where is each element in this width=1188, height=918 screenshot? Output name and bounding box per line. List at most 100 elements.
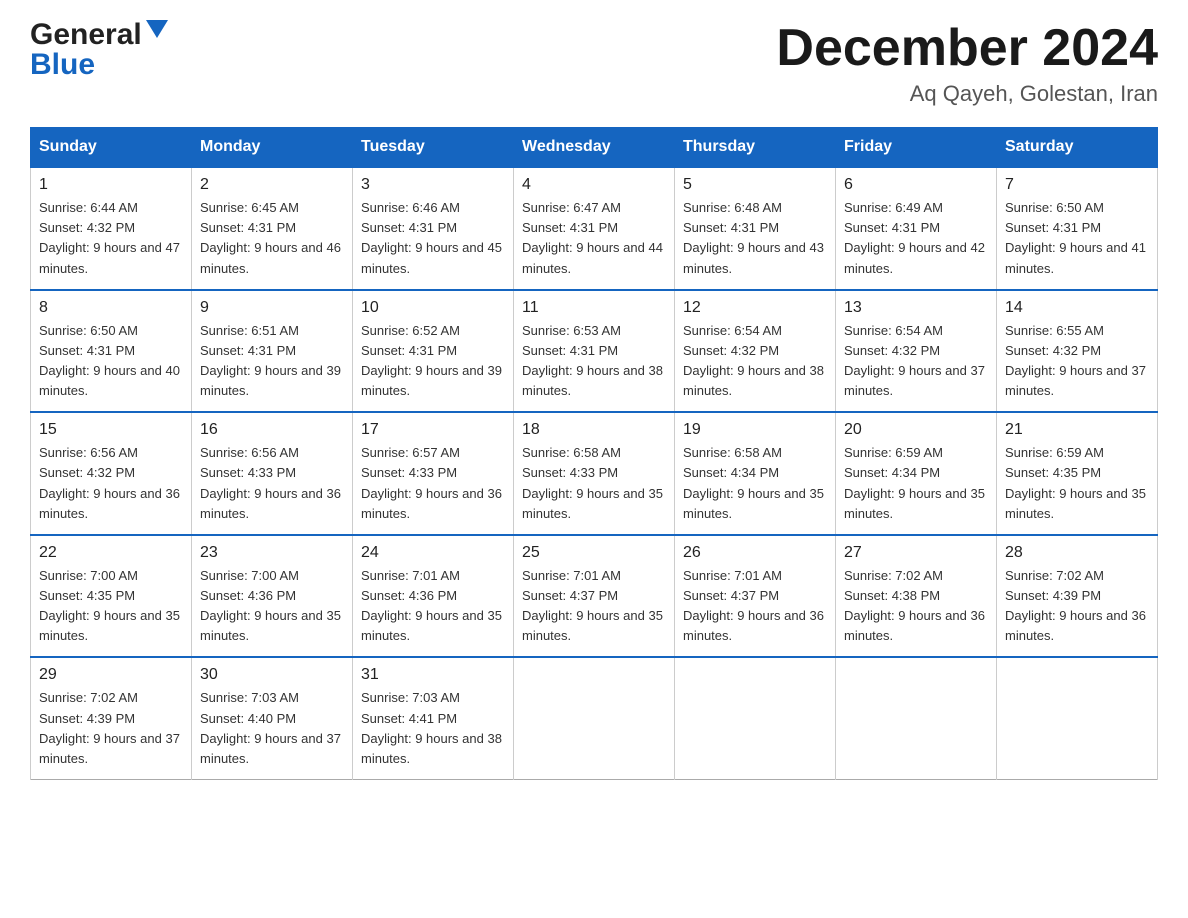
location: Aq Qayeh, Golestan, Iran [776,81,1158,107]
day-number: 22 [39,544,183,562]
day-number: 26 [683,544,827,562]
day-number: 20 [844,421,988,439]
day-info: Sunrise: 6:50 AMSunset: 4:31 PMDaylight:… [39,323,180,398]
day-info: Sunrise: 7:02 AMSunset: 4:39 PMDaylight:… [1005,568,1146,643]
day-info: Sunrise: 6:51 AMSunset: 4:31 PMDaylight:… [200,323,341,398]
day-number: 15 [39,421,183,439]
table-row: 5 Sunrise: 6:48 AMSunset: 4:31 PMDayligh… [675,167,836,290]
day-info: Sunrise: 6:47 AMSunset: 4:31 PMDaylight:… [522,200,663,275]
table-row: 12 Sunrise: 6:54 AMSunset: 4:32 PMDaylig… [675,290,836,413]
table-row [514,657,675,779]
day-info: Sunrise: 6:49 AMSunset: 4:31 PMDaylight:… [844,200,985,275]
day-number: 6 [844,176,988,194]
day-info: Sunrise: 6:55 AMSunset: 4:32 PMDaylight:… [1005,323,1146,398]
table-row [675,657,836,779]
day-info: Sunrise: 6:44 AMSunset: 4:32 PMDaylight:… [39,200,180,275]
table-row: 6 Sunrise: 6:49 AMSunset: 4:31 PMDayligh… [836,167,997,290]
day-number: 5 [683,176,827,194]
day-info: Sunrise: 6:58 AMSunset: 4:34 PMDaylight:… [683,445,824,520]
table-row: 16 Sunrise: 6:56 AMSunset: 4:33 PMDaylig… [192,412,353,535]
day-number: 1 [39,176,183,194]
day-info: Sunrise: 7:03 AMSunset: 4:40 PMDaylight:… [200,690,341,765]
day-number: 31 [361,666,505,684]
table-row: 31 Sunrise: 7:03 AMSunset: 4:41 PMDaylig… [353,657,514,779]
calendar-week-4: 22 Sunrise: 7:00 AMSunset: 4:35 PMDaylig… [31,535,1158,658]
day-number: 3 [361,176,505,194]
day-info: Sunrise: 6:48 AMSunset: 4:31 PMDaylight:… [683,200,824,275]
table-row: 21 Sunrise: 6:59 AMSunset: 4:35 PMDaylig… [997,412,1158,535]
day-number: 21 [1005,421,1149,439]
day-number: 16 [200,421,344,439]
day-info: Sunrise: 6:56 AMSunset: 4:33 PMDaylight:… [200,445,341,520]
calendar-header-row: Sunday Monday Tuesday Wednesday Thursday… [31,128,1158,168]
table-row: 8 Sunrise: 6:50 AMSunset: 4:31 PMDayligh… [31,290,192,413]
day-number: 13 [844,299,988,317]
day-number: 2 [200,176,344,194]
day-info: Sunrise: 7:02 AMSunset: 4:39 PMDaylight:… [39,690,180,765]
day-info: Sunrise: 6:46 AMSunset: 4:31 PMDaylight:… [361,200,502,275]
day-info: Sunrise: 7:00 AMSunset: 4:36 PMDaylight:… [200,568,341,643]
table-row: 13 Sunrise: 6:54 AMSunset: 4:32 PMDaylig… [836,290,997,413]
day-number: 23 [200,544,344,562]
col-saturday: Saturday [997,128,1158,168]
table-row: 17 Sunrise: 6:57 AMSunset: 4:33 PMDaylig… [353,412,514,535]
col-monday: Monday [192,128,353,168]
day-number: 27 [844,544,988,562]
col-wednesday: Wednesday [514,128,675,168]
day-number: 30 [200,666,344,684]
col-sunday: Sunday [31,128,192,168]
table-row: 18 Sunrise: 6:58 AMSunset: 4:33 PMDaylig… [514,412,675,535]
day-info: Sunrise: 6:50 AMSunset: 4:31 PMDaylight:… [1005,200,1146,275]
day-number: 7 [1005,176,1149,194]
table-row: 9 Sunrise: 6:51 AMSunset: 4:31 PMDayligh… [192,290,353,413]
day-number: 11 [522,299,666,317]
table-row: 2 Sunrise: 6:45 AMSunset: 4:31 PMDayligh… [192,167,353,290]
day-number: 4 [522,176,666,194]
day-info: Sunrise: 7:01 AMSunset: 4:37 PMDaylight:… [522,568,663,643]
day-info: Sunrise: 7:01 AMSunset: 4:36 PMDaylight:… [361,568,502,643]
calendar-week-3: 15 Sunrise: 6:56 AMSunset: 4:32 PMDaylig… [31,412,1158,535]
day-number: 28 [1005,544,1149,562]
day-info: Sunrise: 6:59 AMSunset: 4:34 PMDaylight:… [844,445,985,520]
calendar-week-5: 29 Sunrise: 7:02 AMSunset: 4:39 PMDaylig… [31,657,1158,779]
table-row: 10 Sunrise: 6:52 AMSunset: 4:31 PMDaylig… [353,290,514,413]
table-row: 4 Sunrise: 6:47 AMSunset: 4:31 PMDayligh… [514,167,675,290]
logo-general: General [30,20,142,50]
day-info: Sunrise: 7:01 AMSunset: 4:37 PMDaylight:… [683,568,824,643]
day-info: Sunrise: 6:57 AMSunset: 4:33 PMDaylight:… [361,445,502,520]
table-row: 7 Sunrise: 6:50 AMSunset: 4:31 PMDayligh… [997,167,1158,290]
table-row: 19 Sunrise: 6:58 AMSunset: 4:34 PMDaylig… [675,412,836,535]
day-number: 10 [361,299,505,317]
calendar-table: Sunday Monday Tuesday Wednesday Thursday… [30,127,1158,780]
table-row: 29 Sunrise: 7:02 AMSunset: 4:39 PMDaylig… [31,657,192,779]
title-section: December 2024 Aq Qayeh, Golestan, Iran [776,20,1158,107]
day-info: Sunrise: 6:56 AMSunset: 4:32 PMDaylight:… [39,445,180,520]
table-row: 1 Sunrise: 6:44 AMSunset: 4:32 PMDayligh… [31,167,192,290]
table-row: 3 Sunrise: 6:46 AMSunset: 4:31 PMDayligh… [353,167,514,290]
day-number: 29 [39,666,183,684]
day-info: Sunrise: 7:02 AMSunset: 4:38 PMDaylight:… [844,568,985,643]
day-number: 8 [39,299,183,317]
col-thursday: Thursday [675,128,836,168]
day-number: 9 [200,299,344,317]
logo-arrow-icon [146,20,168,42]
table-row: 22 Sunrise: 7:00 AMSunset: 4:35 PMDaylig… [31,535,192,658]
day-info: Sunrise: 6:54 AMSunset: 4:32 PMDaylight:… [844,323,985,398]
day-info: Sunrise: 6:59 AMSunset: 4:35 PMDaylight:… [1005,445,1146,520]
page-header: General Blue December 2024 Aq Qayeh, Gol… [30,20,1158,107]
col-tuesday: Tuesday [353,128,514,168]
day-info: Sunrise: 6:54 AMSunset: 4:32 PMDaylight:… [683,323,824,398]
day-info: Sunrise: 6:52 AMSunset: 4:31 PMDaylight:… [361,323,502,398]
month-title: December 2024 [776,20,1158,77]
day-info: Sunrise: 6:58 AMSunset: 4:33 PMDaylight:… [522,445,663,520]
day-number: 19 [683,421,827,439]
day-info: Sunrise: 6:53 AMSunset: 4:31 PMDaylight:… [522,323,663,398]
logo: General Blue [30,20,168,80]
logo-blue: Blue [30,50,95,80]
day-info: Sunrise: 7:00 AMSunset: 4:35 PMDaylight:… [39,568,180,643]
day-number: 25 [522,544,666,562]
table-row: 15 Sunrise: 6:56 AMSunset: 4:32 PMDaylig… [31,412,192,535]
day-number: 12 [683,299,827,317]
table-row: 23 Sunrise: 7:00 AMSunset: 4:36 PMDaylig… [192,535,353,658]
day-number: 17 [361,421,505,439]
